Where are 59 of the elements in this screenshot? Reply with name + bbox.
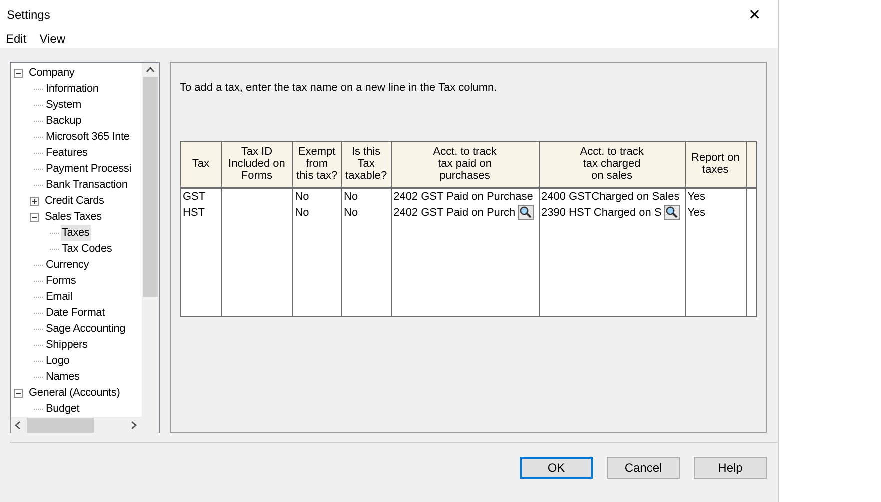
tree-item[interactable]: Payment Processi (45, 161, 132, 177)
table-cell[interactable]: No (344, 204, 358, 220)
tree-item[interactable]: Email (45, 289, 74, 305)
dialog-button[interactable]: Help (694, 457, 767, 479)
dialog-button[interactable]: Cancel (607, 457, 680, 479)
table-cell[interactable]: Yes (688, 204, 706, 220)
table-cell[interactable]: 2402 GST Paid on Purch (394, 204, 534, 220)
close-button[interactable]: ✕ (732, 0, 778, 30)
tree-item[interactable]: Logo (45, 353, 71, 369)
tree-item[interactable]: Sage Accounting (45, 321, 127, 337)
horizontal-scrollbar[interactable] (11, 417, 142, 434)
window-title: Settings (7, 8, 50, 22)
tree-item[interactable]: Forms (45, 273, 78, 289)
collapse-icon[interactable] (14, 68, 23, 78)
table-cell[interactable]: No (344, 188, 358, 204)
expand-icon[interactable] (30, 196, 39, 206)
menu-item[interactable]: Edit (6, 32, 27, 46)
dialog-button[interactable]: OK (520, 457, 593, 479)
instruction-text: To add a tax, enter the tax name on a new line in the Tax column. (180, 82, 498, 94)
lookup-icon[interactable] (664, 205, 680, 220)
column-header: Tax (180, 142, 222, 188)
column-header: Tax ID Included on Forms (221, 142, 293, 188)
menu-item[interactable]: View (40, 32, 66, 46)
column-header: Acct. to track tax charged on sales (539, 142, 686, 188)
tree-item[interactable]: Taxes (61, 225, 91, 241)
scrollbar-thumb[interactable] (143, 77, 158, 297)
tree-item[interactable]: Information (45, 81, 100, 97)
table-cell[interactable]: Yes (688, 188, 706, 204)
column-header: Is this Tax taxable? (342, 142, 392, 188)
column-header: Report on taxes (685, 142, 746, 188)
tree-item[interactable]: Sales Taxes (44, 209, 103, 225)
tree-item[interactable]: General (Accounts) (28, 385, 122, 401)
tree-item[interactable]: Date Format (45, 305, 106, 321)
tree-item[interactable]: Features (45, 145, 89, 161)
tree-item[interactable]: Names (45, 369, 81, 385)
tree-item[interactable]: Company (28, 65, 76, 81)
table-cell[interactable]: GST (183, 188, 206, 204)
lookup-icon[interactable] (518, 205, 534, 220)
tree-item[interactable]: Currency (45, 257, 90, 273)
table-cell[interactable]: No (295, 204, 310, 220)
collapse-icon[interactable] (30, 212, 39, 222)
table-cell[interactable]: No (295, 188, 310, 204)
tree-item[interactable]: Shippers (45, 337, 89, 353)
column-header: Acct. to track tax paid on purchases (391, 142, 540, 188)
tree-item[interactable]: Tax Codes (61, 241, 114, 257)
collapse-icon[interactable] (14, 388, 23, 398)
tree-item[interactable]: Budget (45, 401, 81, 417)
column-header: Exempt from this tax? (292, 142, 342, 188)
tree-item[interactable]: Microsoft 365 Inte (45, 129, 131, 145)
scrollbar-thumb[interactable] (27, 418, 94, 433)
table-cell[interactable]: HST (183, 204, 205, 220)
table-cell[interactable]: 2400 GSTCharged on Sales (542, 188, 680, 204)
table-cell[interactable]: 2402 GST Paid on Purchase (394, 188, 534, 204)
tree-item[interactable]: Backup (45, 113, 82, 129)
vertical-scrollbar[interactable] (142, 63, 159, 417)
tree-item[interactable]: System (45, 97, 82, 113)
table-cell[interactable]: 2390 HST Charged on S (542, 204, 680, 220)
tree-item[interactable]: Bank Transaction (45, 177, 129, 193)
tree-item[interactable]: Credit Cards (44, 193, 106, 209)
